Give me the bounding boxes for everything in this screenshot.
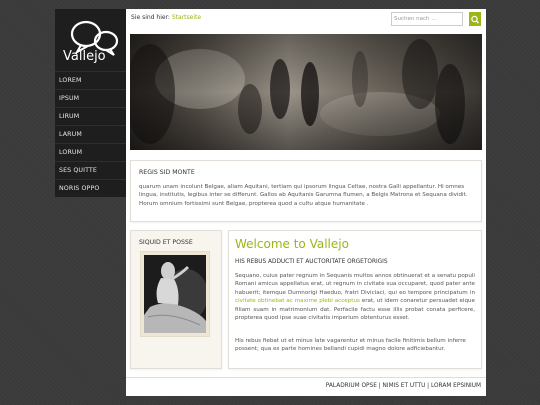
welcome-p1-link[interactable]: civitate obtinebat ac maxime plebi accep… xyxy=(235,298,360,304)
footer-link[interactable]: NIMIS ET UTTU xyxy=(383,383,426,389)
welcome-paragraph-2: His rebus fiebat ut et minus late vagare… xyxy=(235,338,466,353)
breadcrumb-prefix: Sie sind hier: xyxy=(131,14,170,21)
nav-item-lirum[interactable]: LIRUM xyxy=(55,107,126,125)
footer-links: PALADRIUM OPSE | NIMIS ET UTTU | LORAM E… xyxy=(326,383,481,389)
welcome-p1-text: Sequano, cuius pater regnum in Sequanis … xyxy=(235,273,475,296)
main-content: Sie sind hier: Startseite Suchen nach ..… xyxy=(126,9,486,396)
nav-item-lorem[interactable]: LOREM xyxy=(55,71,126,89)
logo[interactable]: Vallejo xyxy=(55,9,126,71)
nav-item-ses-quitte[interactable]: SES QUITTE xyxy=(55,161,126,179)
footer-separator: | xyxy=(378,383,381,389)
footer-separator: | xyxy=(427,383,430,389)
footer-link[interactable]: LORAM EPSINIUM xyxy=(431,383,481,389)
search-input[interactable]: Suchen nach ... xyxy=(391,12,463,26)
welcome-subtitle: HIS REBUS ADDUCTI ET AUCTORITATE ORGETOR… xyxy=(235,259,388,265)
welcome-title: Welcome to Vallejo xyxy=(235,237,349,251)
banner-photo xyxy=(130,34,482,150)
breadcrumb: Sie sind hier: Startseite xyxy=(131,14,201,21)
main-nav: LOREM IPSUM LIRUM LARUM LORUM SES QUITTE NORIS… xyxy=(55,71,126,197)
intro-text: quarum unam incolunt Belgae, aliam Aquit… xyxy=(139,184,468,207)
search-button[interactable] xyxy=(469,12,481,26)
nav-item-ipsum[interactable]: IPSUM xyxy=(55,89,126,107)
sidebar-box: SIQUID ET POSSE xyxy=(130,230,222,369)
footer-link[interactable]: PALADRIUM OPSE xyxy=(326,383,377,389)
intro-title: REGIS SID MONTE xyxy=(139,169,195,176)
breadcrumb-current[interactable]: Startseite xyxy=(172,14,201,21)
topbar: Sie sind hier: Startseite Suchen nach ..… xyxy=(126,9,486,29)
nav-item-lorum[interactable]: LORUM xyxy=(55,143,126,161)
vintage-photo xyxy=(144,255,206,333)
nav-item-larum[interactable]: LARUM xyxy=(55,125,126,143)
sidebar-box-title: SIQUID ET POSSE xyxy=(139,239,193,246)
welcome-section: Welcome to Vallejo HIS REBUS ADDUCTI ET … xyxy=(228,230,482,369)
footer: PALADRIUM OPSE | NIMIS ET UTTU | LORAM E… xyxy=(126,377,486,397)
nav-item-noris-oppo[interactable]: NORIS OPPO xyxy=(55,179,126,197)
sidebar: Vallejo LOREM IPSUM LIRUM LARUM LORUM SES QUI… xyxy=(55,9,126,197)
welcome-paragraph-1: Sequano, cuius pater regnum in Sequanis … xyxy=(235,272,475,322)
photo-frame xyxy=(140,251,210,337)
intro-section: REGIS SID MONTE quarum unam incolunt Bel… xyxy=(130,160,482,222)
logo-text: Vallejo xyxy=(63,49,106,64)
banner-image xyxy=(130,34,482,150)
search-icon xyxy=(471,15,479,24)
